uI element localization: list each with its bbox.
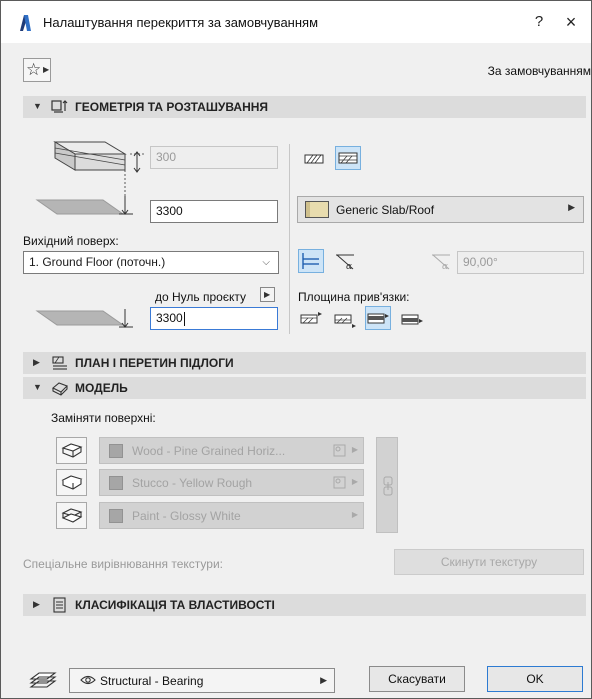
triangle-right-icon: ▶: [568, 202, 575, 212]
triangle-right-icon: ▶: [320, 675, 327, 685]
reference-elevation-value: 3300: [156, 311, 183, 325]
classification-section-icon: [53, 597, 66, 613]
top-surface-icon: [61, 443, 83, 458]
triangle-right-icon: ▶: [264, 290, 271, 299]
section-geometry-header[interactable]: ▼ ГЕОМЕТРІЯ ТА РОЗТАШУВАННЯ: [23, 96, 586, 118]
elevation-field[interactable]: 3300: [150, 200, 278, 223]
top-surface-toggle[interactable]: [56, 437, 87, 464]
elevation-icon: [35, 196, 133, 215]
home-story-label: Вихідний поверх:: [23, 234, 119, 248]
triangle-down-icon: ▼: [33, 382, 42, 392]
geometry-divider: [289, 144, 290, 334]
section-classification-header[interactable]: ▶ КЛАСИФІКАЦІЯ ТА ВЛАСТИВОСТІ: [23, 594, 586, 616]
chevron-down-icon: ⌵: [262, 257, 270, 268]
bottom-surface-icon: [61, 508, 83, 523]
top-surface-material[interactable]: Wood - Pine Grained Horiz... ▶: [99, 437, 364, 464]
home-story-value: 1. Ground Floor (поточн.): [29, 255, 166, 269]
help-button[interactable]: ?: [529, 11, 549, 33]
surface-swatch: [109, 509, 123, 523]
home-story-select[interactable]: 1. Ground Floor (поточн.) ⌵: [23, 251, 279, 274]
section-floor-plan-header[interactable]: ▶ ПЛАН І ПЕРЕТИН ПІДЛОГИ: [23, 352, 586, 374]
preset-name: За замовчуванням: [487, 64, 591, 78]
edge-surface-icon: [61, 475, 83, 490]
tilted-slab-button[interactable]: α: [333, 249, 359, 273]
reference-plane-label: Площина прив'язки:: [298, 290, 410, 304]
star-icon: ☆: [26, 60, 42, 79]
svg-text:α: α: [442, 262, 448, 272]
section-geometry-title: ГЕОМЕТРІЯ ТА РОЗТАШУВАННЯ: [75, 100, 269, 114]
archicad-app-icon: [20, 15, 31, 31]
ref-plane-core-bottom-icon: [401, 314, 423, 325]
triangle-right-icon: ▶: [351, 477, 358, 486]
ref-plane-core-top-icon: [367, 313, 389, 324]
hatch-basic-icon: [304, 154, 324, 164]
text-cursor: [183, 311, 185, 326]
ref-plane-bottom-button[interactable]: [332, 307, 358, 331]
section-model-title: МОДЕЛЬ: [75, 381, 128, 395]
bottom-surface-name: Paint - Glossy White: [132, 509, 241, 523]
building-material-button[interactable]: Generic Slab/Roof ▶: [297, 196, 584, 223]
geometry-section-icon: [51, 100, 68, 113]
texture-picker-icon: [333, 444, 346, 457]
triangle-right-icon: ▶: [33, 357, 40, 367]
surface-swatch: [109, 444, 123, 458]
cancel-button[interactable]: Скасувати: [369, 666, 465, 692]
ref-plane-core-bottom-button[interactable]: [399, 307, 425, 331]
ref-plane-top-button[interactable]: [298, 307, 324, 331]
triangle-down-icon: ▼: [33, 101, 42, 111]
angle-icon: α: [432, 254, 450, 272]
tilted-slab-icon: α: [336, 254, 354, 272]
override-surfaces-label: Заміняти поверхні:: [51, 411, 156, 425]
hatch-composite-icon: [338, 152, 358, 164]
triangle-right-icon: ▶: [43, 65, 50, 74]
ref-plane-bottom-icon: [334, 314, 356, 328]
favorites-button[interactable]: ☆ ▶: [23, 58, 51, 82]
floor-plan-section-icon: [52, 356, 67, 370]
slope-angle-field[interactable]: 90,00°: [457, 251, 584, 274]
window-title: Налаштування перекриття за замовчуванням: [43, 15, 319, 30]
section-model-header[interactable]: ▼ МОДЕЛЬ: [23, 377, 586, 399]
bottom-surface-toggle[interactable]: [56, 502, 87, 529]
edge-surface-name: Stucco - Yellow Rough: [132, 476, 253, 490]
material-swatch: [305, 201, 329, 218]
layer-name: Structural - Bearing: [100, 674, 204, 688]
layers-icon: [29, 672, 57, 688]
section-classification-title: КЛАСИФІКАЦІЯ ТА ВЛАСТИВОСТІ: [75, 598, 275, 612]
reference-dropdown-button[interactable]: ▶: [260, 287, 275, 302]
chain-link-icon: [383, 476, 393, 496]
ref-plane-top-icon: [300, 312, 322, 324]
surface-swatch: [109, 476, 123, 490]
close-button[interactable]: ×: [559, 11, 583, 33]
slab-settings-dialog: Налаштування перекриття за замовчуванням…: [0, 0, 592, 699]
reference-elevation-icon: [35, 309, 133, 328]
basic-structure-button[interactable]: [301, 147, 327, 171]
texture-alignment-label: Спеціальне вирівнювання текстури:: [23, 557, 223, 571]
texture-picker-icon: [333, 476, 346, 489]
slab-thickness-field[interactable]: 300: [150, 146, 278, 169]
triangle-right-icon: ▶: [33, 599, 40, 609]
ok-button[interactable]: OK: [487, 666, 583, 692]
reference-label: до Нуль проєкту: [155, 290, 246, 304]
building-material-name: Generic Slab/Roof: [336, 203, 435, 217]
horizontal-slab-button[interactable]: [298, 249, 324, 273]
reference-elevation-field[interactable]: 3300: [150, 307, 278, 330]
edge-surface-toggle[interactable]: [56, 469, 87, 496]
title-bar: Налаштування перекриття за замовчуванням…: [1, 1, 591, 43]
composite-structure-button[interactable]: [335, 146, 361, 170]
section-floor-plan-title: ПЛАН І ПЕРЕТИН ПІДЛОГИ: [75, 356, 234, 370]
triangle-right-icon: ▶: [351, 445, 358, 454]
bottom-surface-material[interactable]: Paint - Glossy White ▶: [99, 502, 364, 529]
link-surfaces-button[interactable]: [376, 437, 398, 533]
horizontal-slab-icon: [302, 253, 319, 269]
reset-texture-button[interactable]: Скинути текстуру: [394, 549, 584, 575]
top-surface-name: Wood - Pine Grained Horiz...: [132, 444, 286, 458]
model-section-icon: [52, 382, 68, 396]
eye-icon: [80, 675, 96, 685]
ref-plane-core-top-button[interactable]: [365, 306, 391, 330]
edge-surface-material[interactable]: Stucco - Yellow Rough ▶: [99, 469, 364, 496]
svg-text:α: α: [346, 262, 352, 272]
layer-select[interactable]: Structural - Bearing ▶: [69, 668, 335, 693]
triangle-right-icon: ▶: [351, 510, 358, 519]
